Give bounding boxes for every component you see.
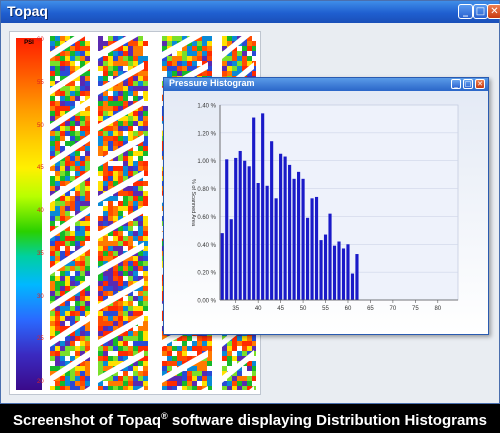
maximize-icon: □ (475, 6, 486, 17)
image-caption: Screenshot of Topaq® software displaying… (0, 404, 500, 430)
histogram-bar (238, 150, 242, 300)
histogram-bar (225, 159, 229, 300)
topaq-main-window: Topaq _ □ ✕ PSI 60 55 50 45 40 35 30 25 20 Press… (0, 0, 500, 404)
close-button[interactable]: ✕ (487, 4, 500, 19)
y-tick-label: 0.00 % (197, 299, 216, 305)
minimize-icon: _ (463, 6, 468, 17)
histogram-bar (279, 153, 283, 300)
caption-text-end: software displaying Distribution Histogr… (167, 412, 487, 429)
scale-tick-label: 55 (37, 79, 44, 86)
x-tick-label: 40 (255, 306, 262, 312)
x-tick-label: 45 (277, 306, 284, 312)
histogram-bar (283, 156, 287, 300)
x-tick-label: 70 (390, 306, 397, 312)
pressure-histogram-chart: 0.00 % 0.20 % 0.40 % 0.60 % 0.80 % 1.00 % 1.20… (190, 104, 459, 312)
histogram-bar (270, 141, 274, 300)
histogram-bar (314, 196, 319, 300)
scale-tick-label: 40 (37, 208, 44, 214)
y-tick-label: 1.00 % (197, 159, 216, 165)
close-icon: ✕ (490, 6, 499, 17)
histogram-bar (297, 171, 301, 300)
histogram-bar (265, 185, 269, 300)
y-tick-label: 0.80 % (197, 187, 216, 193)
app-title: Topaq (7, 3, 48, 19)
histogram-bar (229, 219, 233, 300)
histogram-bar (234, 157, 238, 300)
scale-tick-label: 20 (37, 379, 44, 385)
histogram-titlebar[interactable]: Pressure Histogram _ □ ✕ (164, 78, 488, 91)
histogram-bar (337, 241, 341, 300)
close-icon: ✕ (477, 80, 483, 88)
histogram-chart-area: 0.00 % 0.20 % 0.40 % 0.60 % 0.80 % 1.00 % 1.20… (164, 91, 488, 334)
scale-tick-label: 50 (37, 122, 44, 129)
histogram-bar (243, 160, 247, 300)
scale-tick-label: 25 (37, 336, 44, 343)
maximize-icon: □ (464, 80, 472, 88)
histogram-bar (274, 198, 278, 300)
pressure-histogram-window[interactable]: Pressure Histogram _ □ ✕ 0.00 % 0.20 % 0.4… (163, 77, 489, 335)
x-tick-label: 50 (300, 306, 307, 312)
histogram-bar (341, 248, 346, 300)
scale-tick-label: 45 (37, 165, 44, 172)
histogram-bar (332, 245, 337, 300)
x-tick-label: 35 (232, 306, 239, 312)
histogram-bar (350, 273, 355, 300)
y-tick-label: 0.20 % (197, 271, 216, 277)
histogram-bar (355, 254, 359, 300)
histogram-bar (288, 164, 292, 300)
minimize-button[interactable]: _ (458, 4, 473, 19)
histogram-bar (323, 234, 328, 300)
y-axis-label: % of Scanned Area (190, 179, 196, 227)
main-titlebar[interactable]: Topaq _ □ ✕ (1, 1, 500, 23)
histogram-bar (346, 244, 350, 300)
y-tick-label: 0.60 % (197, 215, 216, 221)
histogram-close-button[interactable]: ✕ (475, 79, 485, 89)
x-tick-label: 65 (367, 306, 374, 312)
x-tick-label: 80 (434, 306, 441, 312)
y-tick-label: 0.40 % (197, 243, 216, 249)
x-tick-label: 60 (345, 306, 352, 312)
x-tick-label: 55 (322, 306, 329, 312)
scale-tick-label: 60 (37, 37, 44, 43)
minimize-icon: _ (454, 80, 458, 88)
scale-tick-label: 30 (37, 293, 44, 300)
scale-tick-label: 35 (37, 250, 44, 257)
maximize-button[interactable]: □ (473, 4, 488, 19)
histogram-bar (328, 213, 332, 300)
x-tick-label: 75 (412, 306, 419, 312)
histogram-title: Pressure Histogram (169, 78, 255, 88)
caption-text: Screenshot of Topaq (13, 412, 162, 429)
histogram-bar (256, 183, 260, 300)
histogram-bar (261, 113, 265, 300)
histogram-bar (292, 178, 296, 300)
histogram-bar (310, 198, 314, 300)
histogram-bar (305, 217, 310, 300)
histogram-bar (247, 166, 251, 300)
histogram-bar (319, 240, 323, 300)
histogram-bar (301, 178, 305, 300)
y-tick-label: 1.20 % (197, 131, 216, 137)
y-tick-label: 1.40 % (197, 104, 216, 110)
histogram-bar (220, 233, 224, 300)
histogram-bar (252, 117, 256, 301)
histogram-minimize-button[interactable]: _ (451, 79, 461, 89)
registered-mark: ® (161, 411, 168, 421)
histogram-maximize-button[interactable]: □ (463, 79, 473, 89)
